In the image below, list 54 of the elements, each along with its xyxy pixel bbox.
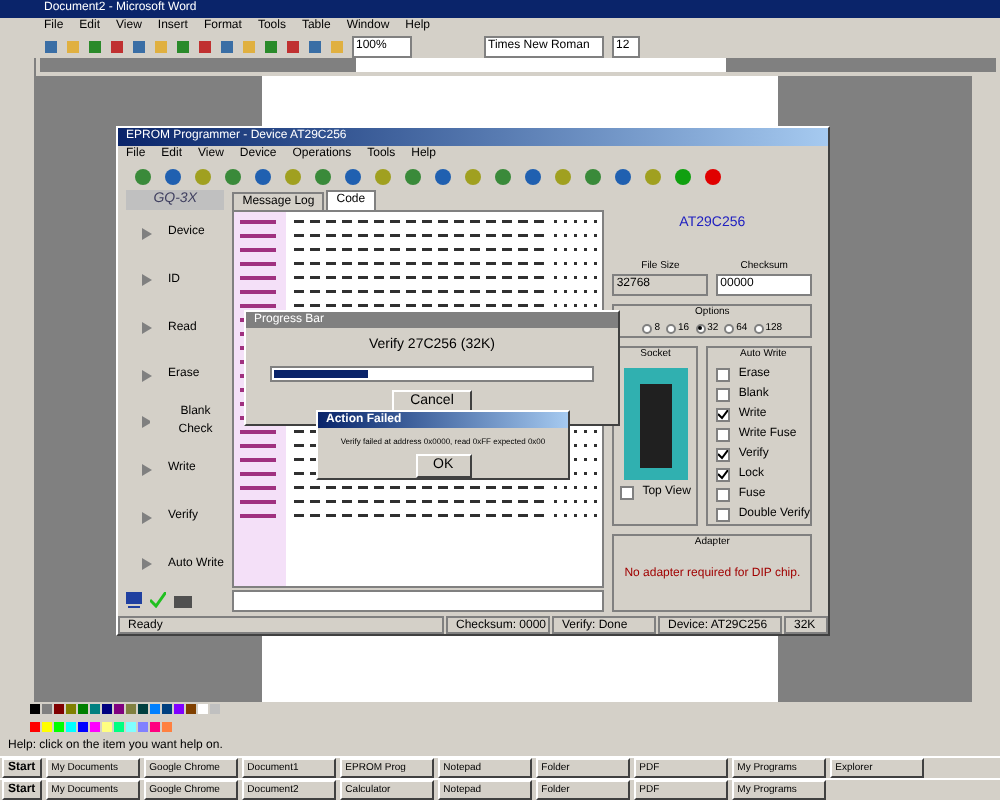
color-swatch[interactable] — [90, 721, 100, 731]
checkbox[interactable] — [716, 407, 731, 421]
checkbox[interactable] — [716, 427, 731, 441]
color-swatch[interactable] — [54, 704, 64, 714]
color-swatch[interactable] — [30, 704, 40, 714]
radio-button[interactable] — [753, 323, 764, 334]
radio-button[interactable] — [724, 323, 735, 334]
color-swatch[interactable] — [174, 704, 184, 714]
triangle-icon — [142, 322, 152, 335]
triangle-icon — [142, 558, 152, 571]
checkbox[interactable] — [716, 487, 731, 501]
color-swatch[interactable] — [78, 704, 88, 714]
color-swatch[interactable] — [66, 704, 76, 714]
checkbox[interactable] — [716, 467, 731, 481]
color-swatch[interactable] — [162, 721, 172, 731]
color-swatch[interactable] — [126, 721, 136, 731]
color-swatch[interactable] — [114, 704, 124, 714]
color-swatch[interactable] — [30, 721, 40, 731]
color-swatch[interactable] — [138, 704, 148, 714]
triangle-icon — [142, 369, 152, 382]
color-swatch[interactable] — [90, 704, 100, 714]
color-swatch[interactable] — [102, 704, 112, 714]
programmer-icon — [174, 593, 192, 607]
triangle-icon — [142, 227, 152, 240]
triangle-icon — [142, 463, 152, 476]
color-swatch[interactable] — [186, 704, 196, 714]
checkmark-icon — [150, 592, 166, 608]
checkbox[interactable] — [620, 485, 635, 499]
color-swatch[interactable] — [162, 704, 172, 714]
color-swatch[interactable] — [114, 721, 124, 731]
checkbox[interactable] — [716, 447, 731, 461]
radio-button[interactable] — [695, 323, 706, 334]
color-swatch[interactable] — [54, 721, 64, 731]
computer-icon — [126, 592, 142, 608]
color-swatch[interactable] — [198, 704, 208, 714]
color-swatch[interactable] — [66, 721, 76, 731]
color-swatch[interactable] — [138, 721, 148, 731]
checkbox[interactable] — [716, 507, 731, 521]
checkbox[interactable] — [716, 367, 731, 381]
triangle-icon — [142, 274, 152, 287]
color-swatch[interactable] — [42, 721, 52, 731]
color-swatch[interactable] — [42, 704, 52, 714]
triangle-icon — [142, 416, 151, 429]
radio-button[interactable] — [666, 323, 677, 334]
color-swatch[interactable] — [78, 721, 88, 731]
triangle-icon — [142, 511, 152, 524]
color-swatch[interactable] — [150, 704, 160, 714]
command-field[interactable] — [232, 590, 605, 612]
color-swatch[interactable] — [150, 721, 160, 731]
checkbox[interactable] — [716, 387, 731, 401]
radio-button[interactable] — [642, 323, 653, 334]
color-swatch[interactable] — [210, 704, 220, 714]
color-swatch[interactable] — [102, 721, 112, 731]
color-swatch[interactable] — [126, 704, 136, 714]
